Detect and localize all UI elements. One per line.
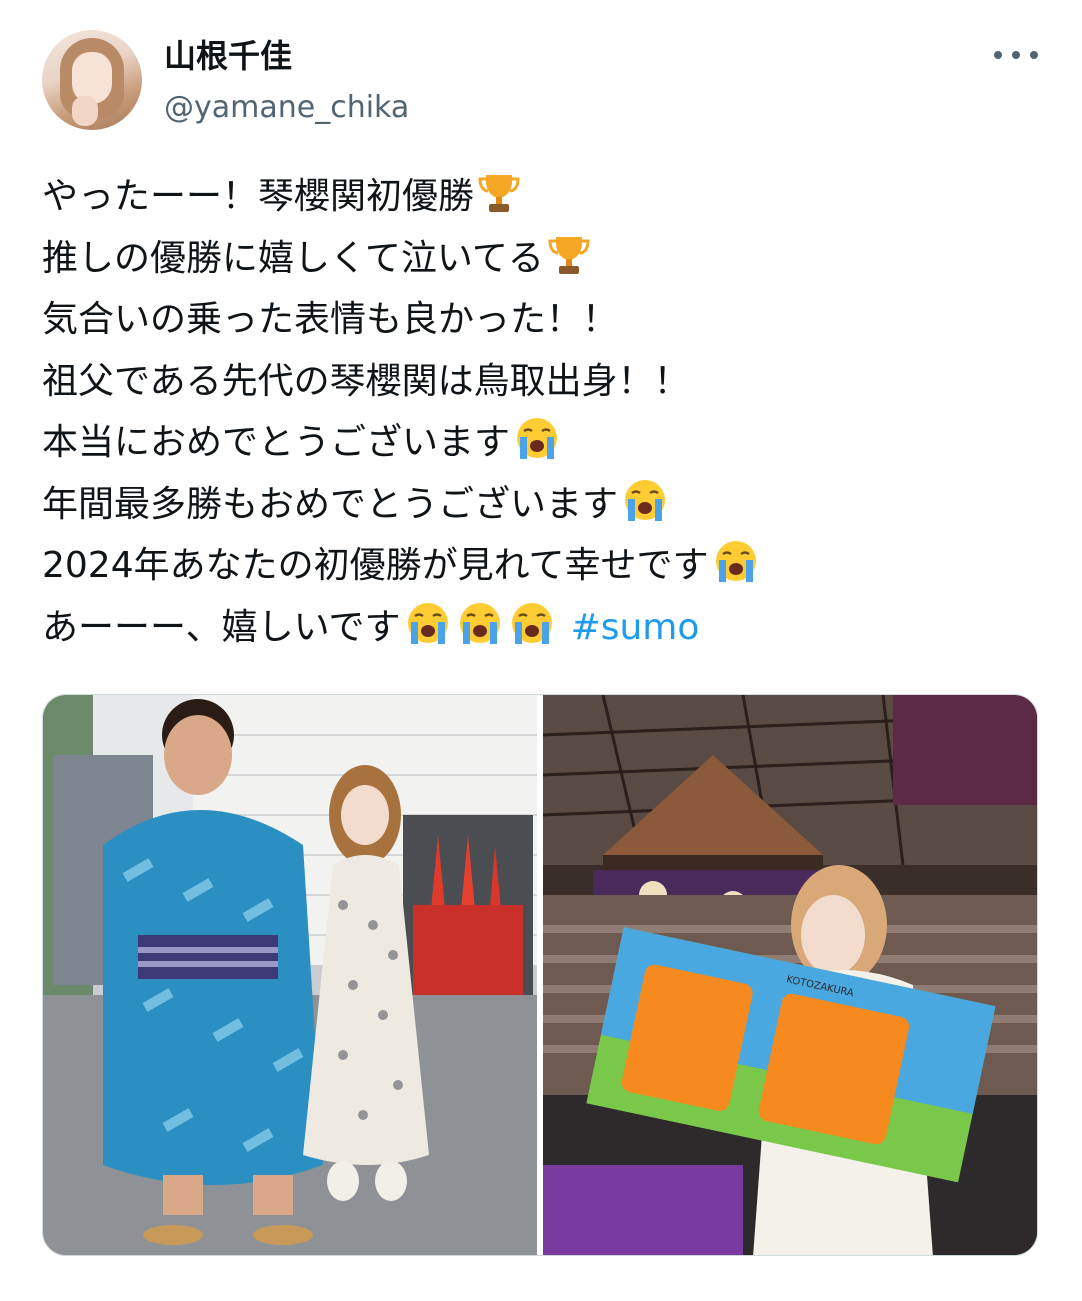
avatar[interactable]	[42, 30, 142, 130]
tweet-line: 年間最多勝もおめでとうございます	[42, 474, 1042, 536]
tweet-line: あーーー、嬉しいです #sumo	[42, 597, 1042, 659]
crying-face-icon	[403, 600, 453, 666]
tweet-line: 気合いの乗った表情も良かった！！	[42, 299, 619, 340]
crying-face-icon	[512, 415, 562, 481]
tweet-line: 2024年あなたの初優勝が見れて幸せです	[42, 535, 1042, 597]
tweet-line: 本当におめでとうございます	[42, 412, 1042, 474]
hashtag-link[interactable]: #sumo	[571, 607, 700, 648]
tweet-text: やったーー！琴櫻関初優勝 推しの優勝に嬉しくて泣いてる 気合いの乗った表情も良か…	[42, 166, 1042, 658]
crying-face-icon	[455, 600, 505, 666]
trophy-icon	[546, 231, 592, 297]
more-options-icon[interactable]	[994, 40, 1038, 70]
crying-face-icon	[620, 477, 670, 543]
author-display-name[interactable]: 山根千佳	[164, 36, 292, 76]
crying-face-icon	[711, 538, 761, 604]
author-handle[interactable]: @yamane_chika	[164, 88, 409, 128]
tweet-line: 推しの優勝に嬉しくて泣いてる	[42, 228, 1042, 290]
trophy-icon	[476, 169, 522, 235]
tweet-line: やったーー！琴櫻関初優勝	[42, 166, 1042, 228]
tweet-card: 山根千佳 @yamane_chika やったーー！琴櫻関初優勝 推しの優勝に嬉し…	[0, 0, 1082, 1301]
tweet-line: 祖父である先代の琴櫻関は鳥取出身！！	[42, 360, 690, 402]
media-grid: KOTOZAKURA	[42, 694, 1038, 1256]
photo-woman-with-towel-in-arena[interactable]: KOTOZAKURA	[543, 695, 1037, 1255]
crying-face-icon	[507, 600, 557, 666]
photo-sumo-wrestler-and-woman[interactable]	[43, 695, 537, 1255]
